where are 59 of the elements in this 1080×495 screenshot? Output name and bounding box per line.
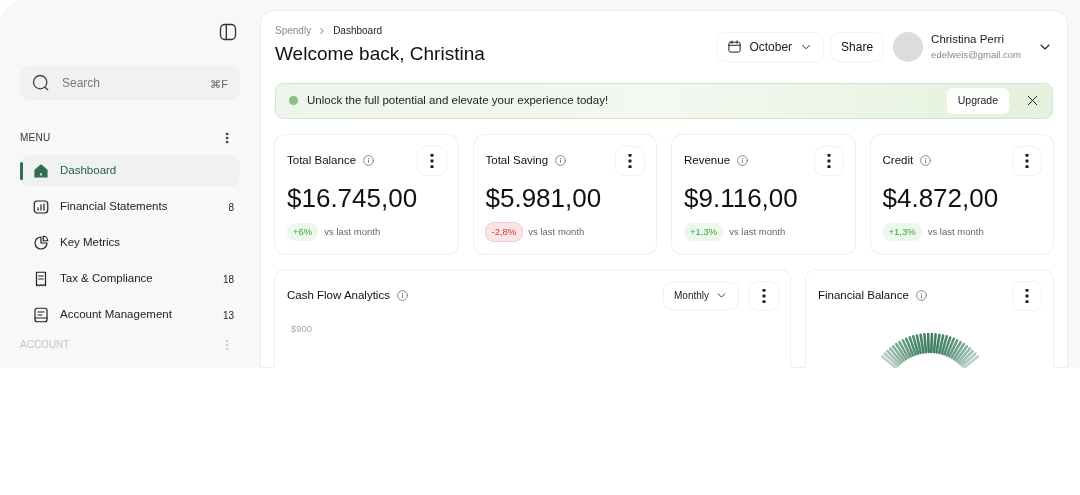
period-dropdown[interactable]: Monthly [664,282,738,309]
more-icon [1025,153,1029,168]
nav-item[interactable]: Financial Statements 8 [20,191,240,223]
avatar [893,31,924,62]
card-title: Financial Balance [818,287,909,303]
change-badge: +1,3% [882,222,922,241]
close-button[interactable] [1025,93,1040,108]
home-icon [32,162,50,180]
more-icon [429,153,434,168]
user-email: edelweis@gmail.com [931,48,1021,63]
sidebar-toggle-button[interactable] [218,22,238,42]
more-button[interactable] [750,281,778,310]
comparison-text: vs last month [927,224,984,239]
bar-chart-icon [32,198,50,216]
stat-value: $16.745,00 [287,184,419,211]
shortcut-hint: ⌘F [210,77,228,92]
change-badge: +6% [287,222,319,241]
card-title: Total Balance [287,152,357,168]
calendar-icon [727,39,743,55]
card-title: Total Saving [485,152,549,168]
more-button[interactable] [417,146,446,175]
more-icon [628,153,632,168]
pie-chart-icon [32,234,50,252]
more-icon [1025,288,1029,303]
upgrade-button[interactable]: Upgrade [946,87,1009,114]
card-title: Revenue [684,152,731,168]
nav-item[interactable]: Tax & Compliance 18 [20,263,240,295]
nav-item[interactable]: Account Management 13 [20,299,240,331]
more-button[interactable] [1013,146,1041,175]
month-dropdown[interactable]: October [717,32,824,61]
change-badge: -2,8% [485,222,523,241]
axis-label: $900 [291,321,314,336]
stat-value: $4.872,00 [882,184,1000,211]
comparison-text: vs last month [528,224,585,239]
sidebar-icon [218,22,238,42]
comparison-text: vs last month [324,224,381,239]
stat-value: $5.981,00 [485,184,603,211]
close-icon [1025,93,1040,108]
change-badge: +1,3% [684,222,724,241]
user-name: Christina Perri [931,32,1005,47]
more-button[interactable] [1013,281,1041,310]
more-icon [762,288,766,303]
section-label: MENU [20,131,51,145]
page-title: Welcome back, Christina [275,42,485,66]
card-title: Credit [882,152,914,168]
more-icon [826,153,831,168]
document-icon [32,306,50,324]
more-button[interactable] [616,146,644,175]
nav-item[interactable]: Key Metrics [20,227,240,259]
comparison-text: vs last month [729,224,786,239]
banner-text: Unlock the full potential and elevate your experience today! [307,92,610,108]
breadcrumb-link[interactable]: Spendly [275,23,312,38]
more-button[interactable] [814,146,843,175]
stat-value: $9.116,00 [684,184,799,211]
nav-item[interactable]: Dashboard [20,155,240,187]
search-icon [31,73,51,93]
breadcrumb-link[interactable]: Dashboard [333,23,383,38]
card-title: Cash Flow Analytics [287,287,390,303]
share-button[interactable]: Share [831,32,884,61]
